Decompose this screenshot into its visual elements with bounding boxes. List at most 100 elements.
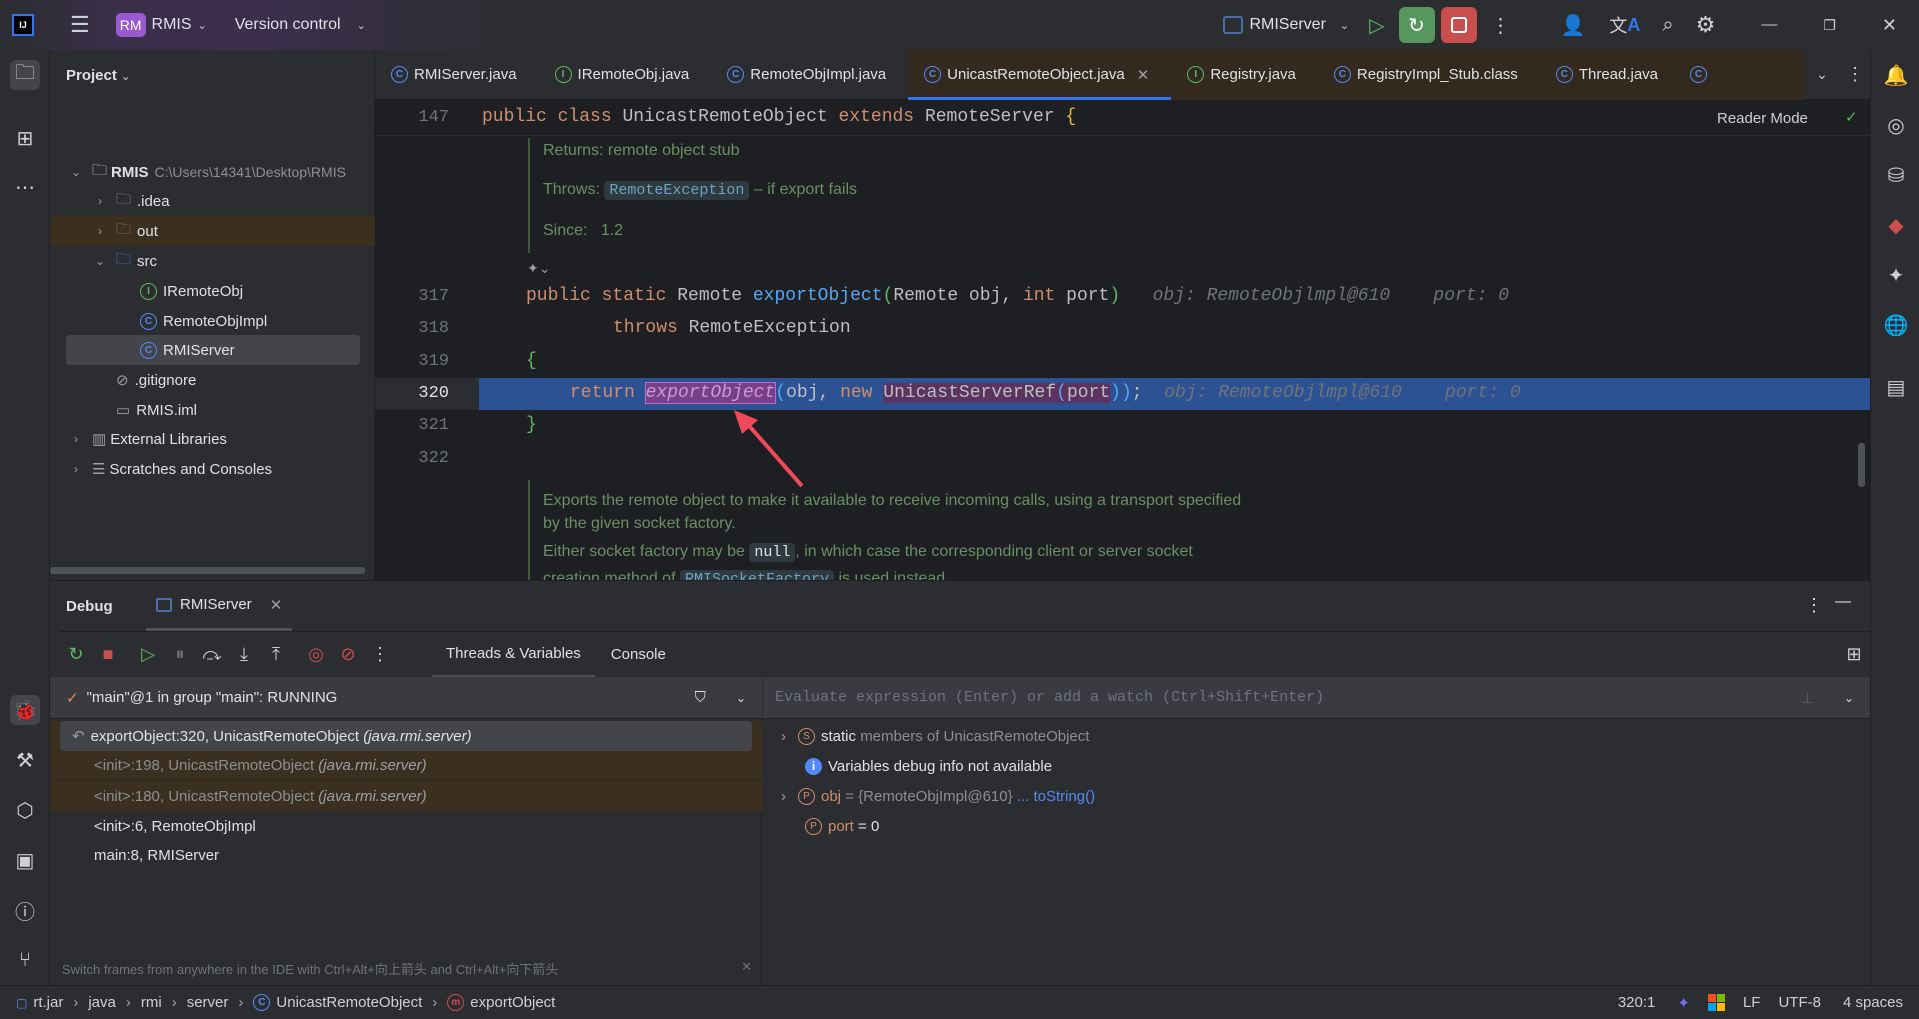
vertical-scrollbar[interactable] — [1858, 443, 1865, 487]
tab-threads-variables[interactable]: Threads & Variables — [432, 632, 595, 678]
step-over-icon[interactable]: ⤼ — [196, 644, 228, 665]
more-icon[interactable]: ⋮ — [364, 644, 396, 665]
tree-item-idea[interactable]: › 🗀 .idea — [50, 186, 375, 216]
breadcrumb-item[interactable]: rmi — [141, 994, 162, 1011]
search-icon[interactable]: ⌕ — [1662, 14, 1673, 37]
more-tools-icon[interactable]: ⋯ — [10, 172, 40, 202]
frame-row[interactable]: <init>:180, UnicastRemoteObject (java.rm… — [50, 781, 762, 811]
more-icon[interactable]: ⋮ — [1805, 595, 1823, 616]
close-tab-icon[interactable]: ✕ — [1137, 66, 1150, 84]
view-breakpoints-icon[interactable]: ◎ — [300, 644, 332, 665]
caret-position[interactable]: 320:1 — [1618, 994, 1656, 1011]
add-user-icon[interactable]: 👤 — [1561, 13, 1586, 38]
tab-console[interactable]: Console — [595, 632, 682, 678]
doc-link[interactable]: RemoteException — [604, 181, 750, 200]
terminal-icon[interactable]: ▣ — [10, 845, 40, 875]
tree-item-rmiserver[interactable]: C RMIServer — [66, 335, 360, 365]
tab-unicastremoteobject[interactable]: C UnicastRemoteObject.java ✕ — [908, 49, 1172, 100]
vcs-selector[interactable]: Version control ⌄ — [235, 16, 366, 34]
frame-row[interactable]: <init>:6, RemoteObjImpl — [50, 811, 762, 841]
windows-icon[interactable] — [1707, 994, 1725, 1011]
indent-setting[interactable]: 4 spaces — [1843, 994, 1903, 1011]
debug-icon[interactable]: 🐞 — [10, 695, 40, 725]
variable-row[interactable]: › Pobj = {RemoteObjImpl@610} ... toString… — [781, 781, 1095, 811]
services-icon[interactable]: ⬡ — [10, 795, 40, 825]
frame-row-selected[interactable]: ↶ exportObject:320, UnicastRemoteObject (… — [60, 721, 752, 751]
close-icon[interactable]: ✕ — [1882, 15, 1897, 36]
horizontal-scrollbar[interactable] — [50, 567, 365, 574]
tree-item-scratches[interactable]: › ☰ Scratches and Consoles — [50, 454, 375, 484]
ai-assistant-icon[interactable]: ◎ — [1881, 110, 1911, 140]
tab-list-chevron-icon[interactable]: ⌄ — [1804, 66, 1840, 83]
chevron-down-icon[interactable]: ⌄ — [1844, 691, 1854, 705]
add-watch-icon[interactable]: ⊥ — [1801, 689, 1814, 707]
main-menu-icon[interactable]: ☰ — [70, 12, 90, 38]
tree-item-iml[interactable]: ▭ RMIS.iml — [50, 395, 375, 425]
tree-item-remoteobjimpl[interactable]: C RemoteObjImpl — [50, 306, 375, 336]
notifications-bell-icon[interactable]: 🔔 — [1881, 60, 1911, 90]
tree-item-gitignore[interactable]: ⊘ .gitignore — [50, 365, 375, 395]
inspection-ok-icon[interactable]: ✓ — [1845, 108, 1858, 126]
debug-session-tab[interactable]: RMIServer ✕ — [146, 581, 293, 631]
layout-icon[interactable]: ⊞ — [1838, 644, 1870, 665]
pause-icon[interactable]: ⏸ — [164, 644, 196, 665]
plugin-bird-icon[interactable]: ◆ — [1881, 210, 1911, 240]
file-encoding[interactable]: UTF-8 — [1778, 994, 1821, 1011]
chevron-down-icon[interactable]: ⌄ — [736, 691, 746, 705]
breadcrumb-item[interactable]: C UnicastRemoteObject — [253, 994, 422, 1011]
stop-button[interactable] — [1440, 7, 1477, 43]
tab-thread[interactable]: C Thread.java — [1539, 49, 1681, 100]
step-into-icon[interactable]: ⤓ — [228, 644, 260, 665]
tab-overflow-partial[interactable]: C — [1680, 49, 1804, 100]
rerun-icon[interactable]: ↻ — [60, 644, 92, 665]
to-string-link[interactable]: ... toString() — [1017, 788, 1095, 805]
build-hammer-icon[interactable]: ⚒ — [10, 745, 40, 775]
resume-icon[interactable]: ▷ — [132, 644, 164, 665]
more-icon[interactable]: ⋮ — [1491, 13, 1511, 38]
reader-icon[interactable]: ▤ — [1881, 372, 1911, 402]
project-selector[interactable]: RM RMIS ⌄ — [115, 13, 207, 37]
frame-row[interactable]: main:8, RMIServer — [50, 840, 762, 870]
breadcrumb-item[interactable]: m exportObject — [447, 994, 555, 1011]
ai-doc-toggle-icon[interactable]: ✦⌄ — [527, 260, 550, 277]
resume-icon[interactable]: ▷ — [1369, 13, 1384, 38]
problems-icon[interactable]: ⓘ — [10, 895, 40, 925]
method-call-highlight[interactable]: exportObject — [644, 382, 777, 404]
rerun-debug-button[interactable]: ↻ — [1398, 7, 1435, 43]
tab-remoteobjimpl[interactable]: C RemoteObjImpl.java — [711, 50, 908, 100]
line-separator[interactable]: LF — [1743, 994, 1761, 1011]
run-config-selector[interactable]: RMIServer ⌄ — [1223, 16, 1349, 34]
tree-item-external-libraries[interactable]: › ▥ External Libraries — [50, 424, 375, 454]
plugin-status-icon[interactable]: ✦ — [1677, 994, 1690, 1012]
tab-registry[interactable]: I Registry.java — [1171, 49, 1318, 100]
tab-rmiserver[interactable]: C RMIServer.java — [375, 50, 539, 100]
evaluate-expression-input[interactable]: Evaluate expression (Enter) or add a wat… — [763, 677, 1870, 719]
app-logo-icon[interactable]: IJ — [12, 14, 34, 36]
project-panel-header[interactable]: Project ⌄ — [66, 67, 130, 84]
translate-icon[interactable]: 文A — [1609, 12, 1640, 38]
tab-iremoteobj[interactable]: I IRemoteObj.java — [539, 50, 712, 100]
step-out-icon[interactable]: ⤒ — [260, 644, 292, 665]
breadcrumb-item[interactable]: ▢ rt.jar — [16, 994, 63, 1011]
tab-more-icon[interactable]: ⋮ — [1840, 64, 1870, 85]
breadcrumb-item[interactable]: server — [187, 994, 229, 1011]
close-icon[interactable]: ✕ — [270, 596, 283, 614]
tree-item-iremoteobj[interactable]: I IRemoteObj — [50, 276, 375, 306]
tab-registryimpl-stub[interactable]: C RegistryImpl_Stub.class — [1317, 49, 1540, 100]
project-folder-icon[interactable]: 🗀 — [10, 60, 40, 90]
stop-icon[interactable]: ■ — [92, 644, 124, 665]
mute-breakpoints-icon[interactable]: ⊘ — [332, 644, 364, 665]
restore-icon[interactable]: ❐ — [1823, 17, 1836, 34]
git-icon[interactable]: ⑂ — [10, 945, 40, 975]
database-icon[interactable]: ⛁ — [1881, 160, 1911, 190]
filter-icon[interactable]: ⛉ — [695, 689, 706, 706]
variable-row[interactable]: › Sstatic members of UnicastRemoteObject — [781, 721, 1089, 751]
structure-icon[interactable]: ⊞ — [10, 123, 40, 153]
tree-root[interactable]: ⌄ 🗀 RMIS C:\Users\14341\Desktop\RMIS — [50, 157, 375, 187]
frame-row[interactable]: <init>:198, UnicastRemoteObject (java.rm… — [50, 751, 762, 781]
gear-icon[interactable]: ⚙ — [1696, 12, 1716, 38]
minimize-icon[interactable]: — — [1761, 16, 1777, 34]
hide-panel-icon[interactable]: — — [1835, 593, 1851, 611]
variable-row[interactable]: Pport = 0 — [805, 811, 879, 841]
reader-mode-button[interactable]: Reader Mode — [1717, 110, 1808, 127]
